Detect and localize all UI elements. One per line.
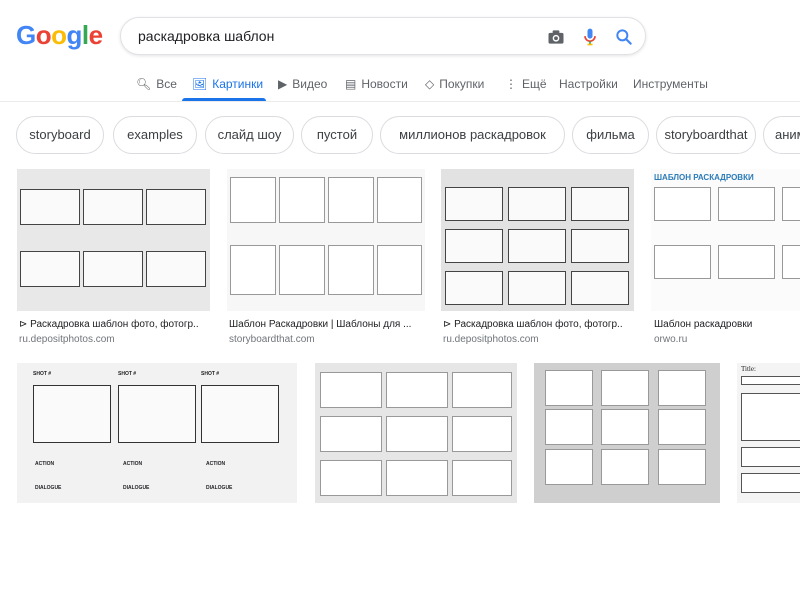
result-source[interactable]: orwo.ru	[654, 334, 687, 345]
result-source[interactable]: ru.depositphotos.com	[443, 334, 539, 345]
thumb-label: Title:	[741, 365, 756, 373]
tag-icon: ◇	[425, 77, 435, 91]
related-chips: storyboard examples слайд шоу пустой мил…	[16, 116, 800, 154]
tab-tools[interactable]: Инструменты	[633, 77, 708, 91]
image-icon: 🖼︎	[192, 77, 208, 91]
logo-letter: g	[66, 20, 83, 50]
result-image[interactable]	[17, 169, 210, 311]
tab-shopping[interactable]: ◇ Покупки	[425, 77, 484, 91]
result-image[interactable]: SHOT # SHOT # SHOT # ACTION ACTION ACTIO…	[17, 363, 297, 503]
logo-letter: G	[16, 20, 36, 50]
result-image[interactable]: Title:	[737, 363, 800, 503]
tab-label: Новости	[361, 77, 408, 91]
chip[interactable]: storyboardthat	[656, 116, 756, 154]
google-logo[interactable]: Google	[16, 20, 103, 51]
tab-label: Ещё	[522, 77, 547, 91]
logo-letter: e	[88, 20, 103, 50]
camera-icon[interactable]	[546, 27, 566, 47]
result-image[interactable]	[227, 169, 425, 311]
microphone-icon[interactable]	[580, 27, 600, 47]
result-caption[interactable]: ⊳ Раскадровка шаблон фото, фотогр...	[19, 319, 199, 330]
search-icon[interactable]	[614, 27, 634, 47]
news-icon: ▤	[345, 77, 357, 91]
result-image[interactable]	[315, 363, 517, 503]
search-icon: 🔍︎	[136, 77, 152, 91]
logo-letter: o	[51, 20, 67, 50]
chip[interactable]: слайд шоу	[205, 116, 294, 154]
thumb-label: SHOT #	[201, 371, 220, 377]
chip[interactable]: examples	[113, 116, 197, 154]
tab-label: Настройки	[559, 77, 618, 91]
thumb-label: ACTION	[206, 461, 226, 467]
tab-label: Все	[156, 77, 177, 91]
result-caption[interactable]: Шаблон раскадровки	[654, 319, 800, 330]
thumb-label: ACTION	[35, 461, 55, 467]
tab-news[interactable]: ▤ Новости	[345, 77, 408, 91]
thumb-label: DIALOGUE	[206, 485, 233, 491]
chip[interactable]: фильма	[572, 116, 649, 154]
tab-images[interactable]: 🖼︎ Картинки	[192, 77, 263, 91]
search-box[interactable]: раскадровка шаблон	[120, 17, 646, 55]
logo-letter: o	[35, 20, 52, 50]
result-image[interactable]	[441, 169, 634, 311]
more-icon: ⋮	[505, 77, 517, 91]
thumb-label: SHOT #	[33, 371, 52, 377]
thumb-label: SHOT #	[118, 371, 137, 377]
result-caption[interactable]: Шаблон Раскадровки | Шаблоны для ...	[229, 319, 424, 330]
tab-label: Инструменты	[633, 77, 708, 91]
divider	[0, 101, 800, 102]
result-caption[interactable]: ⊳ Раскадровка шаблон фото, фотогр...	[443, 319, 623, 330]
thumb-label: ACTION	[123, 461, 143, 467]
tab-label: Покупки	[439, 77, 485, 91]
tab-video[interactable]: ▶︎ Видео	[278, 77, 327, 91]
result-source[interactable]: storyboardthat.com	[229, 334, 315, 345]
thumb-label: DIALOGUE	[35, 485, 62, 491]
tab-label: Видео	[292, 77, 328, 91]
result-image[interactable]: ШАБЛОН РАСКАДРОВКИ	[651, 169, 800, 311]
thumb-label: DIALOGUE	[123, 485, 150, 491]
thumb-title: ШАБЛОН РАСКАДРОВКИ	[654, 173, 754, 182]
chip[interactable]: аним	[763, 116, 800, 154]
result-image[interactable]	[534, 363, 720, 503]
video-icon: ▶︎	[278, 77, 288, 91]
tab-settings[interactable]: Настройки	[559, 77, 618, 91]
search-input[interactable]: раскадровка шаблон	[138, 28, 274, 44]
chip[interactable]: пустой	[301, 116, 373, 154]
chip[interactable]: миллионов раскадровок	[380, 116, 565, 154]
chip[interactable]: storyboard	[16, 116, 104, 154]
result-source[interactable]: ru.depositphotos.com	[19, 334, 115, 345]
tab-label: Картинки	[212, 77, 264, 91]
tab-all[interactable]: 🔍︎ Все	[136, 77, 177, 91]
tab-more[interactable]: ⋮ Ещё	[505, 77, 547, 91]
logo-letter: l	[81, 20, 89, 50]
